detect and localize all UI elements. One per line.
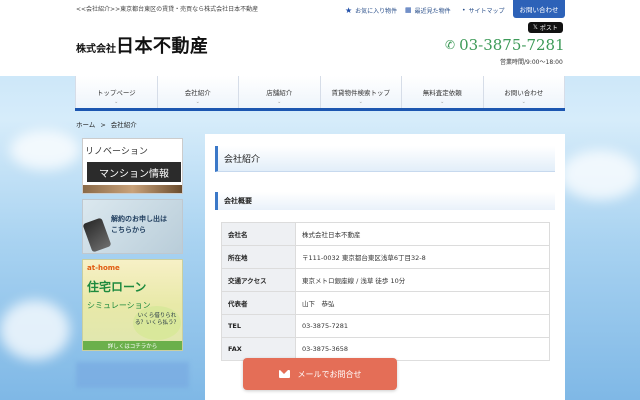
global-nav: トップページ ⌄ 会社紹介 ⌄ 店舗紹介 ⌄ 賃貸物件検索トップ ⌄ 無料査定依頼 ⌄ お… xyxy=(75,76,565,111)
breadcrumb-separator: > xyxy=(100,121,106,129)
renovation-line1: リノベーション xyxy=(85,147,148,157)
nav-label: 無料査定依頼 xyxy=(422,89,462,97)
nav-contact[interactable]: お問い合わせ ⌄ xyxy=(484,76,565,108)
loan-title: 住宅ローン xyxy=(87,280,147,294)
logo-prefix: 株式会社 xyxy=(76,44,116,55)
phone-number[interactable]: ✆ 03-3875-7281 xyxy=(445,36,565,54)
logo-name: 日本不動産 xyxy=(116,36,209,57)
breadcrumb: ホーム > 会社紹介 xyxy=(76,119,137,129)
page-title: 会社紹介 xyxy=(215,146,555,172)
nav-appraisal[interactable]: 無料査定依頼 ⌄ xyxy=(402,76,484,108)
nav-store[interactable]: 店舗紹介 ⌄ xyxy=(239,76,321,108)
row-value: 東京メトロ銀座線 / 浅草 徒歩 10分 xyxy=(295,268,550,292)
loan-question: いくら借りられる？いくら払う？ xyxy=(133,306,181,340)
chevron-down-icon: ⌄ xyxy=(358,99,363,105)
x-icon: 𝕏 xyxy=(533,24,538,31)
contact-button[interactable]: お問い合わせ xyxy=(513,0,565,18)
mail-inquiry-label: メールでお問合せ xyxy=(297,369,362,379)
nav-top[interactable]: トップページ ⌄ xyxy=(75,76,158,108)
breadcrumb-current: 会社紹介 xyxy=(110,121,137,129)
row-value: 山下 恭弘 xyxy=(295,291,550,315)
chevron-down-icon: ⌄ xyxy=(277,99,282,105)
page: <<会社紹介>>東京都台東区の賃貸・売買なら株式会社日本不動産 ★ お気に入り物… xyxy=(0,0,640,400)
sitemap-dot-icon: • xyxy=(462,6,466,14)
calendar-icon: ▦ xyxy=(405,6,412,14)
nav-label: お問い合わせ xyxy=(504,89,544,97)
envelope-icon xyxy=(278,370,290,378)
chevron-down-icon: ⌄ xyxy=(195,99,200,105)
nav-label: 会社紹介 xyxy=(184,89,211,97)
x-post-label: ポスト xyxy=(539,25,558,32)
phone-icon: ✆ xyxy=(445,38,456,52)
table-row: TEL 03-3875-7281 xyxy=(221,314,550,338)
row-key: 会社名 xyxy=(221,222,296,246)
table-row: 会社名 株式会社日本不動産 xyxy=(221,222,550,246)
chevron-down-icon: ⌄ xyxy=(440,99,445,105)
row-key: 交通アクセス xyxy=(221,268,296,292)
athome-logo: at-home xyxy=(87,264,120,272)
favorites-label: お気に入り物件 xyxy=(355,7,398,15)
mail-inquiry-button[interactable]: メールでお問合せ xyxy=(243,358,397,390)
nav-label: 賃貸物件検索トップ xyxy=(331,89,391,97)
recent-link[interactable]: ▦ 最近見た物件 xyxy=(405,0,451,20)
loan-more-link: 詳しくはコチラから xyxy=(83,341,182,350)
cloud-decoration xyxy=(560,150,640,200)
wood-floor-image xyxy=(83,185,182,193)
sitemap-label: サイトマップ xyxy=(468,7,505,15)
recent-label: 最近見た物件 xyxy=(414,7,451,15)
breadcrumb-home[interactable]: ホーム xyxy=(76,121,95,129)
row-key: TEL xyxy=(221,314,296,338)
nav-rental-search[interactable]: 賃貸物件検索トップ ⌄ xyxy=(321,76,402,108)
pen-image xyxy=(83,217,112,253)
table-row: 交通アクセス 東京メトロ銀座線 / 浅草 徒歩 10分 xyxy=(221,268,550,292)
phone-text: 03-3875-7281 xyxy=(459,36,565,54)
loan-simulation-banner[interactable]: at-home 住宅ローン シミュレーション いくら借りられる？いくら払う？ 詳… xyxy=(82,259,183,351)
company-info-table: 会社名 株式会社日本不動産 所在地 〒111-0032 東京都台東区浅草6丁目32-… xyxy=(221,222,550,361)
row-value: 株式会社日本不動産 xyxy=(295,222,550,246)
site-tagline: <<会社紹介>>東京都台東区の賃貸・売買なら株式会社日本不動産 xyxy=(76,6,259,13)
renovation-banner[interactable]: リノベーション マンション情報 xyxy=(82,138,183,194)
cloud-decoration xyxy=(10,130,80,170)
chevron-down-icon: ⌄ xyxy=(114,99,119,105)
sidebar-blurred-item xyxy=(76,362,189,388)
row-value: 03-3875-7281 xyxy=(295,314,550,338)
favorites-link[interactable]: ★ お気に入り物件 xyxy=(345,0,397,20)
sitemap-link[interactable]: • サイトマップ xyxy=(462,0,505,20)
chevron-down-icon: ⌄ xyxy=(521,99,526,105)
site-logo[interactable]: 株式会社日本不動産 xyxy=(76,32,209,58)
nav-company[interactable]: 会社紹介 ⌄ xyxy=(158,76,239,108)
site-header: 株式会社日本不動産 𝕏 ポスト ✆ 03-3875-7281 営業時間/9:00… xyxy=(0,20,640,76)
row-key: 代表者 xyxy=(221,291,296,315)
cancellation-text: 解約のお申し出は こちらから xyxy=(111,214,167,236)
nav-label: 店舗紹介 xyxy=(266,89,293,97)
renovation-line2: マンション情報 xyxy=(87,162,181,182)
sidebar: リノベーション マンション情報 解約のお申し出は こちらから at-home 住… xyxy=(82,138,183,356)
cloud-decoration xyxy=(0,300,70,360)
cancellation-line2: こちらから xyxy=(111,226,146,234)
row-value: 〒111-0032 東京都台東区浅草6丁目32-8 xyxy=(295,245,550,269)
row-key: 所在地 xyxy=(221,245,296,269)
nav-label: トップページ xyxy=(96,89,136,97)
business-hours: 営業時間/9:00～18:00 xyxy=(500,59,563,66)
x-post-button[interactable]: 𝕏 ポスト xyxy=(528,22,563,33)
table-row: 代表者 山下 恭弘 xyxy=(221,291,550,315)
cancellation-line1: 解約のお申し出は xyxy=(111,215,167,223)
top-bar: <<会社紹介>>東京都台東区の賃貸・売買なら株式会社日本不動産 ★ お気に入り物… xyxy=(0,0,640,20)
cancellation-banner[interactable]: 解約のお申し出は こちらから xyxy=(82,199,183,254)
table-row: 所在地 〒111-0032 東京都台東区浅草6丁目32-8 xyxy=(221,245,550,269)
section-title: 会社概要 xyxy=(215,192,555,210)
star-icon: ★ xyxy=(345,5,353,15)
